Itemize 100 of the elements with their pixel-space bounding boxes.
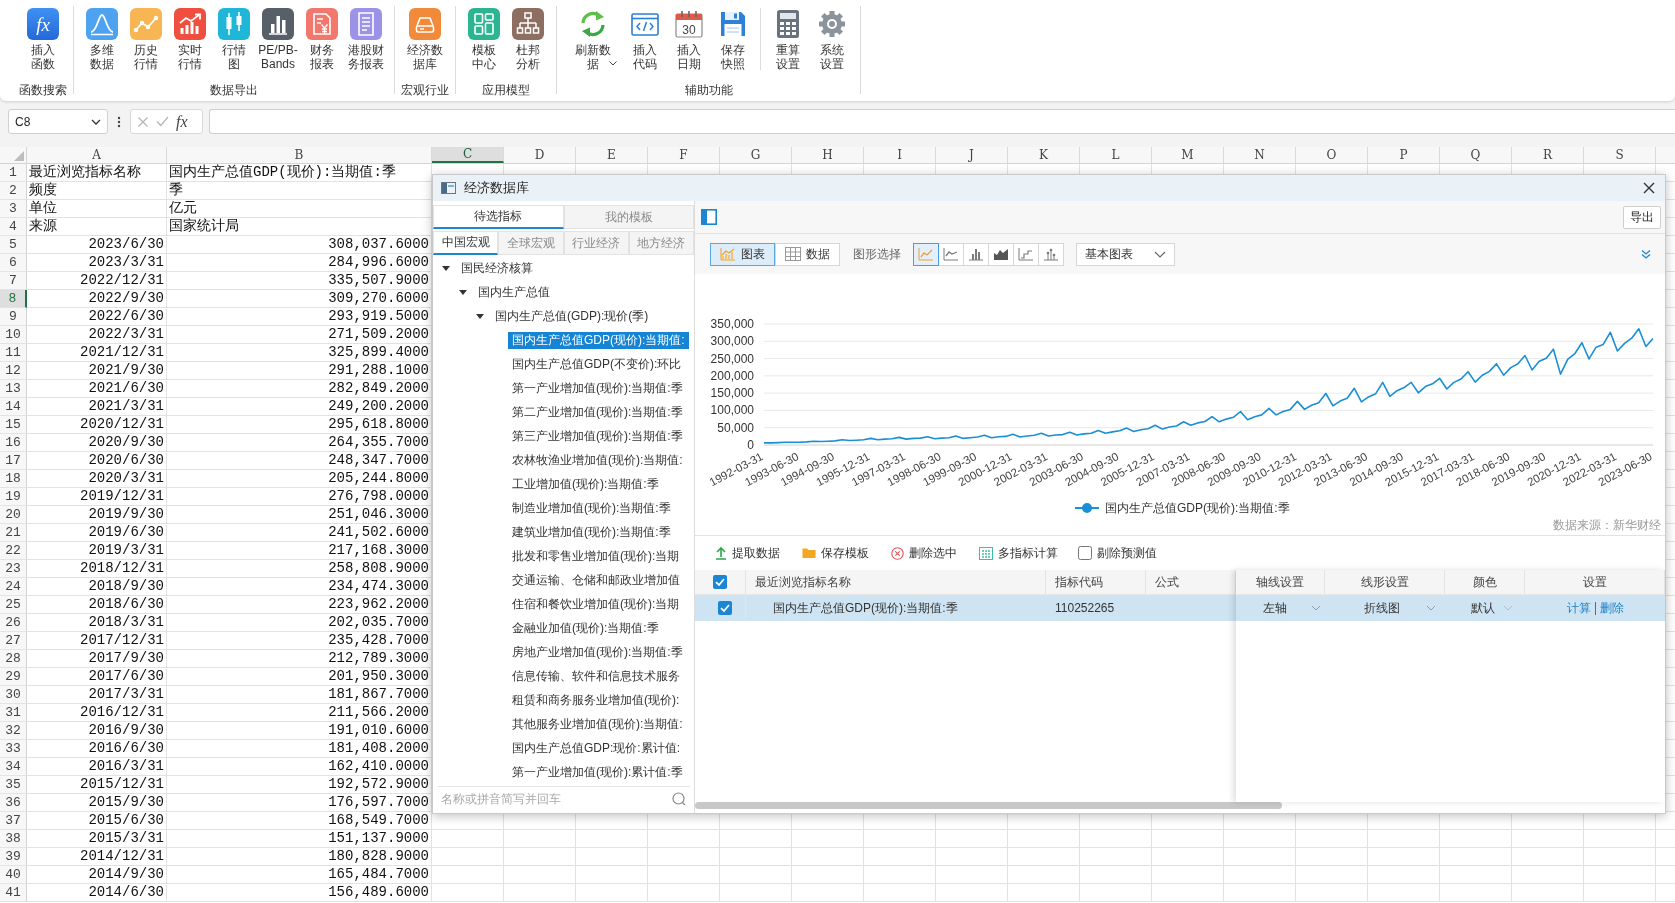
more-icon[interactable] — [117, 115, 121, 128]
export-button[interactable]: 导出 — [1623, 205, 1661, 229]
checkbox[interactable] — [1078, 546, 1092, 560]
tree-item[interactable]: 住宿和餐饮业增加值(现价):当期 — [508, 595, 684, 613]
row-header[interactable]: 37 — [0, 812, 27, 830]
row-header[interactable]: 16 — [0, 434, 27, 452]
tree-item[interactable]: 国内生产总值GDP(现价):当期值: — [508, 331, 689, 349]
cancel-icon[interactable] — [137, 115, 149, 128]
row-header[interactable]: 7 — [0, 272, 27, 290]
ribbon-button[interactable]: 行情图 — [212, 0, 256, 71]
column-header[interactable]: R — [1512, 147, 1584, 163]
chart-type-button[interactable] — [963, 242, 989, 266]
checkbox[interactable] — [717, 601, 732, 615]
column-header[interactable]: S — [1584, 147, 1656, 163]
tree-item[interactable]: 国内生产总值(GDP):现价(季) — [491, 307, 653, 325]
chart-style-dropdown[interactable]: 基本图表 — [1076, 242, 1175, 266]
ribbon-button[interactable]: 30 插入日期 — [667, 0, 711, 71]
column-header[interactable]: L — [1080, 147, 1152, 163]
tree-item[interactable]: 国内生产总值 — [474, 283, 554, 301]
caret-icon[interactable] — [458, 287, 468, 297]
column-header[interactable]: C — [432, 147, 504, 163]
ribbon-button[interactable]: 系统设置 — [810, 0, 854, 71]
tree-item[interactable]: 国内生产总值GDP:现价:累计值: — [508, 739, 684, 757]
tab[interactable]: 待选指标 — [433, 205, 564, 229]
column-header[interactable]: N — [1224, 147, 1296, 163]
row-header[interactable]: 4 — [0, 218, 27, 236]
ribbon-button[interactable]: 插入代码 — [623, 0, 667, 71]
ribbon-button[interactable]: 保存快照 — [711, 0, 755, 71]
row-header[interactable]: 13 — [0, 380, 27, 398]
toolbar-button[interactable]: 删除选中 — [891, 544, 957, 562]
row-header[interactable]: 29 — [0, 668, 27, 686]
caret-icon[interactable] — [475, 311, 485, 321]
formula-input[interactable] — [209, 109, 1675, 134]
tree-item[interactable]: 制造业增加值(现价):当期值:季 — [508, 499, 675, 517]
row-header[interactable]: 38 — [0, 830, 27, 848]
ribbon-button[interactable]: PE/PB-Bands — [256, 0, 300, 71]
row-header[interactable]: 8 — [0, 290, 27, 308]
color-dropdown[interactable]: 默认 — [1471, 599, 1513, 617]
row-header[interactable]: 30 — [0, 686, 27, 704]
row-header[interactable]: 27 — [0, 632, 27, 650]
tree-item[interactable]: 其他服务业增加值(现价):当期值: — [508, 715, 687, 733]
double-chevron-icon[interactable] — [1641, 249, 1651, 259]
ribbon-button[interactable]: 财务报表 — [300, 0, 344, 71]
row-header[interactable]: 11 — [0, 344, 27, 362]
axis-dropdown[interactable]: 左轴 — [1263, 599, 1321, 617]
row-header[interactable]: 25 — [0, 596, 27, 614]
row-header[interactable]: 5 — [0, 236, 27, 254]
column-header[interactable]: M — [1152, 147, 1224, 163]
column-header[interactable]: O — [1296, 147, 1368, 163]
close-icon[interactable] — [1643, 182, 1655, 194]
search-field[interactable]: 名称或拼音简写并回车 — [441, 789, 666, 808]
row-header[interactable]: 33 — [0, 740, 27, 758]
tree-item[interactable]: 第一产业增加值(现价):当期值:季 — [508, 379, 687, 397]
name-box[interactable]: C8 — [8, 109, 108, 134]
tree-item[interactable]: 国民经济核算 — [457, 259, 537, 277]
row-header[interactable]: 1 — [0, 164, 27, 182]
column-header[interactable]: K — [1008, 147, 1080, 163]
ribbon-button[interactable]: 杜邦分析 — [506, 0, 550, 71]
tree-item[interactable]: 批发和零售业增加值(现价):当期 — [508, 547, 684, 565]
row-header[interactable]: 41 — [0, 884, 27, 902]
tab[interactable]: 数据 — [775, 242, 840, 266]
row-header[interactable]: 18 — [0, 470, 27, 488]
checkbox-label[interactable]: 剔除预测值 — [1097, 544, 1157, 562]
row-header[interactable]: 24 — [0, 578, 27, 596]
row-header[interactable]: 21 — [0, 524, 27, 542]
row-header[interactable]: 28 — [0, 650, 27, 668]
sidebar-toggle-icon[interactable] — [701, 209, 717, 225]
tree-item[interactable]: 农林牧渔业增加值(现价):当期值: — [508, 451, 687, 469]
legend-label[interactable]: 国内生产总值GDP(现价):当期值:季 — [1105, 501, 1290, 515]
column-header[interactable]: J — [936, 147, 1008, 163]
column-header[interactable]: F — [648, 147, 720, 163]
column-header[interactable]: A — [27, 147, 167, 163]
column-header[interactable]: P — [1368, 147, 1440, 163]
row-header[interactable]: 32 — [0, 722, 27, 740]
tree-item[interactable]: 交通运输、仓储和邮政业增加值 — [508, 571, 684, 589]
row-header[interactable]: 26 — [0, 614, 27, 632]
tree-item[interactable]: 工业增加值(现价):当期值:季 — [508, 475, 663, 493]
insert-function-button[interactable]: fx — [176, 113, 188, 130]
column-header[interactable]: E — [576, 147, 648, 163]
row-header[interactable]: 19 — [0, 488, 27, 506]
scrollbar-thumb[interactable] — [695, 802, 1282, 809]
tree-item[interactable]: 第二产业增加值(现价):当期值:季 — [508, 403, 687, 421]
row-header[interactable]: 20 — [0, 506, 27, 524]
row-header[interactable]: 31 — [0, 704, 27, 722]
tab[interactable]: 图表 — [710, 242, 775, 266]
search-icon[interactable] — [672, 791, 686, 806]
toolbar-button[interactable]: 提取数据 — [715, 544, 780, 562]
row-header[interactable]: 35 — [0, 776, 27, 794]
column-header[interactable]: Q — [1440, 147, 1512, 163]
row-header[interactable]: 9 — [0, 308, 27, 326]
ribbon-button[interactable]: 刷新数据 — [563, 0, 623, 71]
toolbar-button[interactable]: 多指标计算 — [979, 544, 1058, 562]
tree-item[interactable]: 信息传输、软件和信息技术服务 — [508, 667, 684, 685]
row-header[interactable]: 36 — [0, 794, 27, 812]
tree-item[interactable]: 租赁和商务服务业增加值(现价): — [508, 691, 684, 709]
tree-item[interactable]: 国内生产总值GDP(不变价):环比 — [508, 355, 686, 373]
row-header[interactable]: 10 — [0, 326, 27, 344]
tree-item[interactable]: 房地产业增加值(现价):当期值:季 — [508, 643, 687, 661]
tree-item[interactable]: 建筑业增加值(现价):当期值:季 — [508, 523, 675, 541]
row-header[interactable]: 40 — [0, 866, 27, 884]
